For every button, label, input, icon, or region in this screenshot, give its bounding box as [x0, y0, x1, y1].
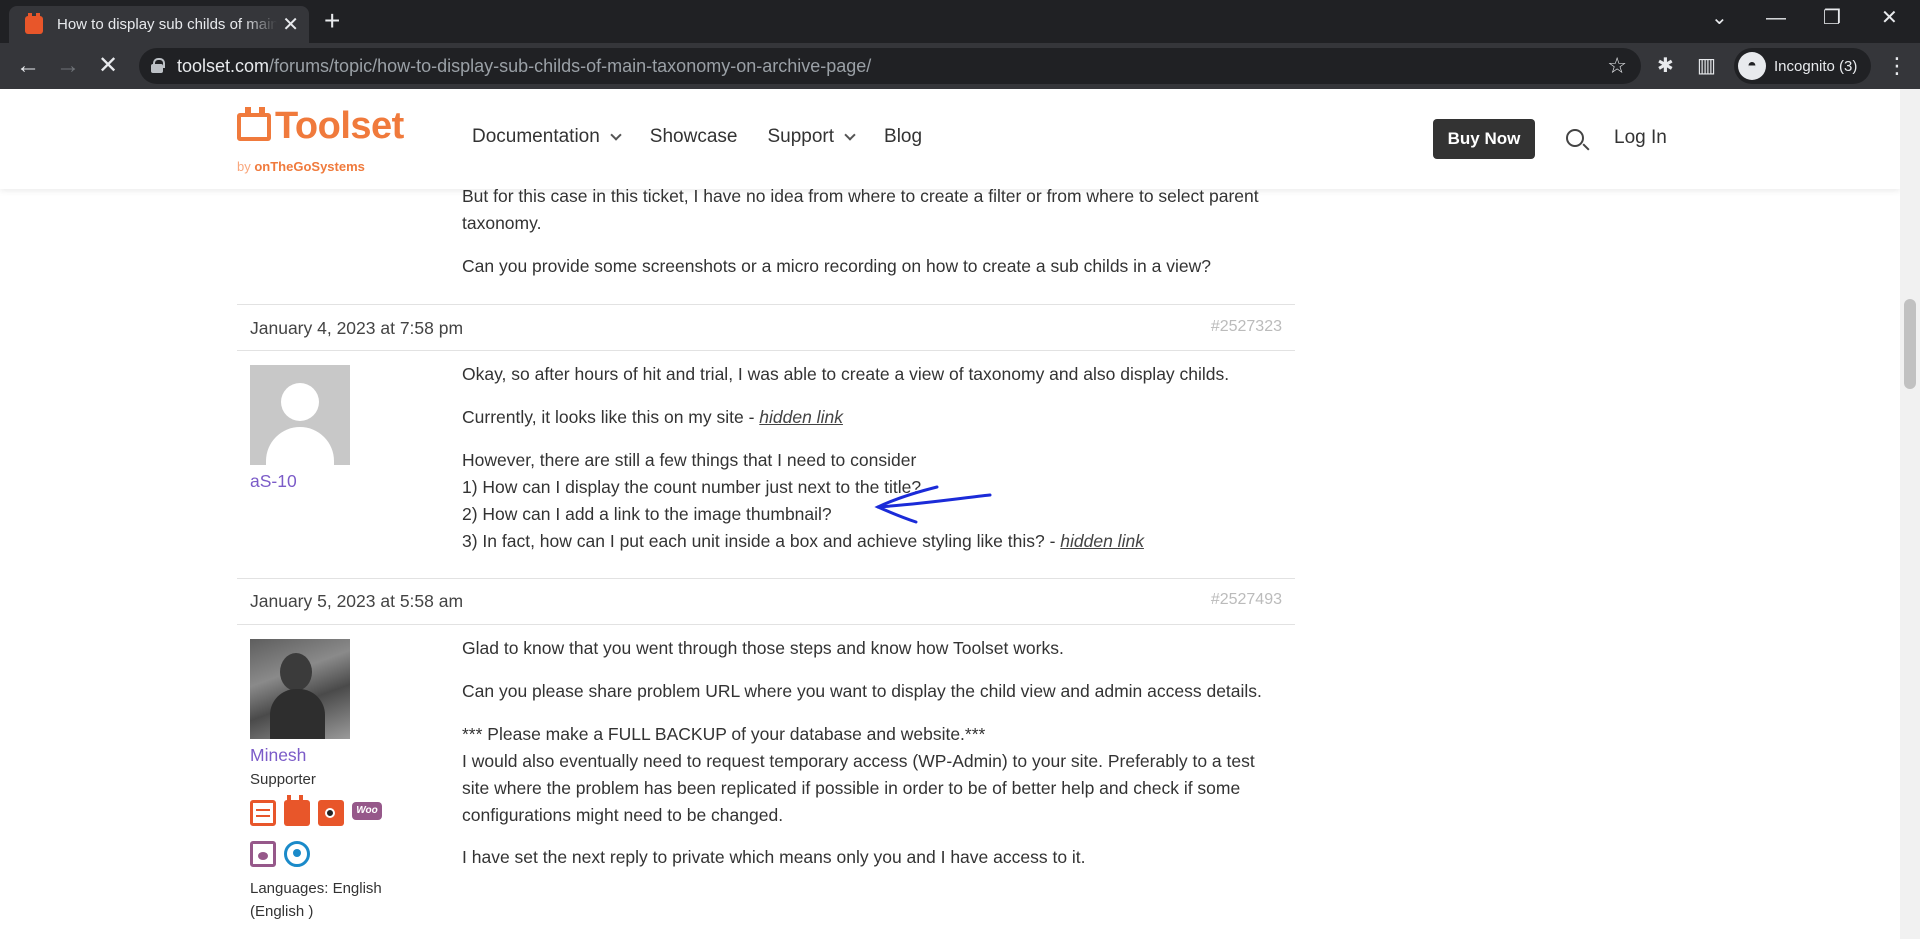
address-bar[interactable]: toolset.com/forums/topic/how-to-display-…: [139, 48, 1641, 84]
avatar-default-icon[interactable]: [250, 365, 350, 465]
browser-menu-icon[interactable]: ⋮: [1886, 53, 1908, 79]
post-divider: [237, 578, 1295, 579]
nav-blog[interactable]: Blog: [884, 126, 922, 148]
post-paragraph: I have set the next reply to private whi…: [462, 847, 1086, 867]
post-paragraph: Currently, it looks like this on my site…: [462, 404, 1282, 431]
post-paragraph: *** Please make a FULL BACKUP of your da…: [462, 721, 1282, 829]
toolset-logo[interactable]: Toolset by onTheGoSystems: [237, 105, 404, 174]
post-text: I would also eventually need to request …: [462, 751, 1255, 825]
post-permalink[interactable]: #2527323: [1211, 318, 1282, 336]
post-line: However, there are still a few things th…: [462, 450, 917, 470]
post-divider: [237, 624, 1295, 625]
post-divider: [237, 350, 1295, 351]
post-date: January 5, 2023 at 5:58 am: [250, 591, 464, 611]
main-nav: Documentation Showcase Support Blog: [472, 126, 952, 148]
stop-loading-icon[interactable]: ✕: [98, 53, 118, 79]
page-viewport: Toolset by onTheGoSystems Documentation …: [0, 89, 1900, 939]
tab-title: How to display sub childs of main taxono…: [57, 16, 277, 33]
hidden-link[interactable]: hidden link: [759, 407, 843, 427]
toolset-logo-icon: [237, 106, 271, 141]
post-divider: [237, 304, 1295, 305]
page-scrollbar[interactable]: [1900, 89, 1920, 939]
login-link[interactable]: Log In: [1614, 127, 1667, 149]
nav-support[interactable]: Support: [767, 126, 856, 148]
post-line: 3) In fact, how can I put each unit insi…: [462, 528, 1282, 555]
site-header: Toolset by onTheGoSystems Documentation …: [0, 89, 1900, 189]
scrollbar-thumb[interactable]: [1904, 299, 1916, 389]
author-languages: Languages: English (English ): [250, 880, 382, 920]
wpml-icon: [284, 841, 310, 867]
annotation-arrow-icon: [874, 485, 992, 524]
incognito-label: Incognito (3): [1774, 57, 1858, 75]
post-text: Currently, it looks like this on my site…: [462, 407, 760, 427]
logo-byline: by onTheGoSystems: [237, 159, 365, 174]
nav-support-label: Support: [767, 126, 835, 147]
post-permalink[interactable]: #2527493: [1211, 591, 1282, 609]
incognito-profile-button[interactable]: ◓ Incognito (3): [1734, 48, 1872, 84]
browser-tab-active[interactable]: How to display sub childs of main taxono…: [9, 6, 309, 43]
hidden-link[interactable]: hidden link: [1060, 531, 1144, 551]
nav-showcase-label: Showcase: [649, 126, 738, 147]
post-paragraph: Can you provide some screenshots or a mi…: [462, 256, 1211, 276]
post-author[interactable]: aS-10: [250, 471, 297, 492]
post-paragraph: Okay, so after hours of hit and trial, I…: [462, 364, 1230, 384]
toolset-blocks-icon: [284, 795, 310, 826]
nav-documentation-label: Documentation: [472, 126, 600, 147]
post-paragraph: Glad to know that you went through those…: [462, 638, 1064, 658]
extensions-puzzle-icon[interactable]: ✱: [1657, 53, 1674, 78]
minimize-window-button[interactable]: —: [1766, 6, 1786, 30]
post-author[interactable]: Minesh: [250, 745, 306, 766]
browser-tab-strip: How to display sub childs of main taxono…: [0, 0, 1920, 43]
side-panel-icon[interactable]: ▥: [1697, 53, 1716, 78]
toolset-forms-icon: [250, 841, 276, 867]
back-arrow-icon[interactable]: ←: [16, 53, 40, 79]
logo-company: onTheGoSystems: [254, 159, 365, 174]
logo-text: Toolset: [275, 105, 404, 147]
nav-documentation[interactable]: Documentation: [472, 126, 622, 148]
new-tab-button[interactable]: +: [324, 6, 340, 36]
url-path: /forums/topic/how-to-display-sub-childs-…: [269, 56, 872, 76]
logo-by: by: [237, 159, 251, 174]
browser-toolbar: ← → ✕ toolset.com/forums/topic/how-to-di…: [0, 43, 1920, 89]
tab-search-chevron-icon[interactable]: ⌄: [1711, 6, 1728, 30]
post-text: 3) In fact, how can I put each unit insi…: [462, 531, 1061, 551]
toolset-types-icon: [250, 800, 276, 826]
product-badges: Woo: [250, 795, 382, 826]
incognito-icon: ◓: [1738, 52, 1766, 80]
nav-blog-label: Blog: [884, 126, 923, 147]
author-role: Supporter: [250, 771, 316, 788]
search-icon[interactable]: [1566, 129, 1584, 147]
chevron-down-icon: [610, 128, 622, 141]
post-date: January 4, 2023 at 7:58 pm: [250, 318, 464, 338]
restore-window-button[interactable]: ❐: [1823, 6, 1841, 30]
post-paragraph: Can you please share problem URL where y…: [462, 681, 1262, 701]
post-line: *** Please make a FULL BACKUP of your da…: [462, 724, 986, 744]
woocommerce-icon: Woo: [352, 802, 382, 820]
toolset-favicon-icon: [25, 12, 43, 34]
url-text[interactable]: toolset.com/forums/topic/how-to-display-…: [177, 56, 871, 77]
post-paragraph: But for this case in this ticket, I have…: [462, 186, 1259, 233]
chevron-down-icon: [844, 128, 856, 141]
avatar[interactable]: [250, 639, 350, 739]
buy-now-button[interactable]: Buy Now: [1433, 119, 1535, 159]
close-window-button[interactable]: ✕: [1881, 6, 1898, 30]
forward-arrow-icon[interactable]: →: [56, 53, 80, 79]
nav-showcase[interactable]: Showcase: [650, 126, 738, 148]
lock-icon[interactable]: [151, 58, 165, 73]
bookmark-star-icon[interactable]: ☆: [1607, 53, 1627, 79]
tab-close-icon[interactable]: ✕: [282, 15, 299, 35]
toolset-access-icon: [318, 800, 344, 826]
url-host: toolset.com: [177, 56, 270, 76]
product-badges: [250, 841, 310, 867]
